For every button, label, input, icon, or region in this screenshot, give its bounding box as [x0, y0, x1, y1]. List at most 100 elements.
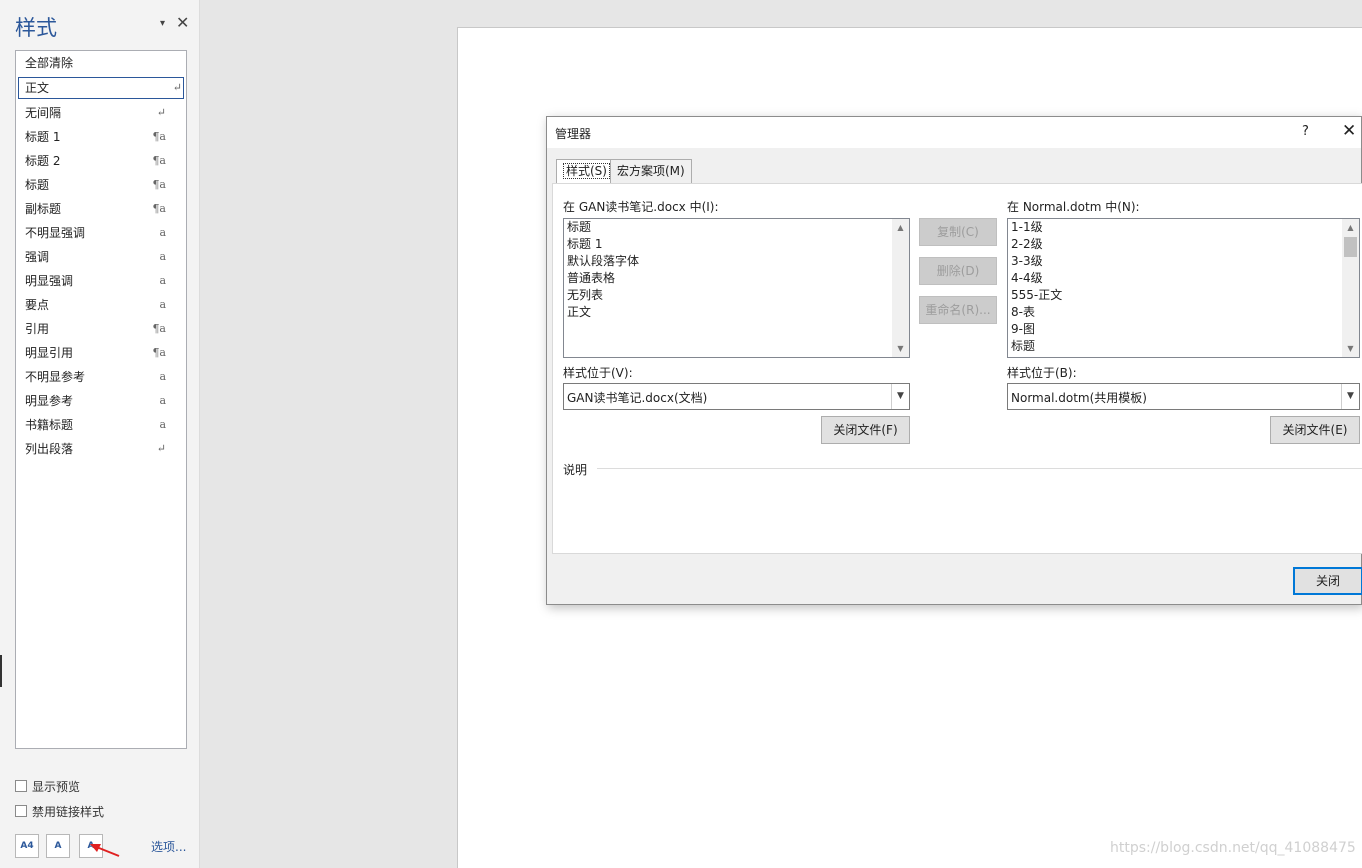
character-style-icon: a	[159, 274, 166, 287]
scroll-down-icon[interactable]: ▼	[892, 340, 909, 357]
help-icon[interactable]: ?	[1302, 124, 1309, 139]
list-item[interactable]: 4-4级	[1008, 270, 1359, 287]
left-list-label: 在 GAN读书笔记.docx 中(I):	[563, 200, 719, 214]
style-item[interactable]: 要点 a	[16, 293, 186, 317]
linked-style-icon: ¶a	[152, 322, 166, 335]
style-item-label: 书籍标题	[25, 418, 74, 432]
close-file-left-button[interactable]: 关闭文件(F)	[821, 416, 910, 444]
checkbox-box[interactable]	[15, 805, 27, 817]
scroll-up-icon[interactable]: ▲	[1342, 219, 1359, 236]
chevron-down-icon[interactable]: ▼	[891, 384, 909, 409]
style-item[interactable]: 明显强调 a	[16, 269, 186, 293]
tab-macro-items[interactable]: 宏方案项(M)	[610, 159, 692, 183]
style-inspector-icon[interactable]: A	[46, 834, 70, 858]
right-list-label: 在 Normal.dotm 中(N):	[1007, 200, 1140, 214]
pane-close-icon[interactable]: ✕	[176, 13, 189, 32]
list-item[interactable]: 标题	[564, 219, 909, 236]
options-link[interactable]: 选项...	[151, 838, 186, 855]
style-item[interactable]: 全部清除	[16, 51, 186, 75]
pane-title: 样式	[15, 16, 57, 40]
list-item[interactable]: 8-表	[1008, 304, 1359, 321]
style-item[interactable]: 标题 2 ¶a	[16, 149, 186, 173]
close-button[interactable]: 关闭	[1293, 567, 1362, 595]
list-item[interactable]: 2-2级	[1008, 236, 1359, 253]
list-item[interactable]: 正文	[564, 304, 909, 321]
style-item-label: 引用	[25, 322, 50, 336]
watermark-text: https://blog.csdn.net/qq_41088475	[1110, 840, 1356, 856]
style-item-label: 全部清除	[25, 56, 74, 70]
close-icon[interactable]: ✕	[1342, 121, 1356, 141]
paragraph-style-icon: ↵	[156, 106, 166, 119]
scrollbar[interactable]: ▲ ▼	[1342, 219, 1359, 357]
close-file-right-button[interactable]: 关闭文件(E)	[1270, 416, 1360, 444]
scroll-down-icon[interactable]: ▼	[1342, 340, 1359, 357]
style-item[interactable]: 无间隔 ↵	[16, 101, 186, 125]
delete-button[interactable]: 删除(D)	[919, 257, 997, 285]
right-style-listbox[interactable]: 1-1级 2-2级 3-3级 4-4级 555-正文 8-表 9-图 标题 ▲ ▼	[1007, 218, 1360, 358]
organizer-dialog: 管理器 ? ✕ 样式(S) 宏方案项(M) 在 GAN读书笔记.docx 中(I…	[546, 116, 1362, 605]
rename-button[interactable]: 重命名(R)...	[919, 296, 997, 324]
right-location-value: Normal.dotm(共用模板)	[1011, 391, 1147, 405]
style-item[interactable]: 副标题 ¶a	[16, 197, 186, 221]
left-location-value: GAN读书笔记.docx(文档)	[567, 391, 708, 405]
list-item[interactable]: 标题 1	[564, 236, 909, 253]
scroll-up-icon[interactable]: ▲	[892, 219, 909, 236]
paragraph-style-icon: ↵	[156, 442, 166, 455]
list-item[interactable]: 标题	[1008, 338, 1359, 355]
list-item[interactable]: 普通表格	[564, 270, 909, 287]
character-style-icon: a	[159, 394, 166, 407]
style-item-label: 列出段落	[25, 442, 74, 456]
tab-styles-label: 样式(S)	[563, 163, 610, 179]
style-item-label: 不明显参考	[25, 370, 86, 384]
list-item[interactable]: 3-3级	[1008, 253, 1359, 270]
linked-style-icon: ¶a	[152, 154, 166, 167]
dialog-titlebar[interactable]: 管理器 ? ✕	[547, 117, 1361, 148]
scroll-thumb[interactable]	[1344, 237, 1357, 257]
style-item[interactable]: 不明显强调 a	[16, 221, 186, 245]
tab-macro-label: 宏方案项(M)	[617, 164, 685, 178]
description-divider	[597, 468, 1362, 469]
styles-pane: 样式 ▾ ✕ 全部清除 正文 ↵ 无间隔 ↵ 标题 1 ¶a 标题 2 ¶a 标题 ¶a …	[0, 0, 200, 868]
style-item-label: 副标题	[25, 202, 62, 216]
right-location-label: 样式位于(B):	[1007, 366, 1077, 380]
list-item[interactable]: 555-正文	[1008, 287, 1359, 304]
style-item[interactable]: 引用 ¶a	[16, 317, 186, 341]
right-location-select[interactable]: Normal.dotm(共用模板) ▼	[1007, 383, 1360, 410]
list-item[interactable]: 无列表	[564, 287, 909, 304]
list-item[interactable]: 默认段落字体	[564, 253, 909, 270]
style-item-selected[interactable]: 正文 ↵	[18, 77, 184, 99]
show-preview-checkbox[interactable]: 显示预览	[15, 779, 80, 794]
pane-options-dropdown-icon[interactable]: ▾	[160, 18, 165, 29]
checkbox-box[interactable]	[15, 780, 27, 792]
left-location-select[interactable]: GAN读书笔记.docx(文档) ▼	[563, 383, 910, 410]
style-item[interactable]: 强调 a	[16, 245, 186, 269]
style-list[interactable]: 全部清除 正文 ↵ 无间隔 ↵ 标题 1 ¶a 标题 2 ¶a 标题 ¶a 副标题 ¶a 不…	[15, 50, 187, 749]
list-item[interactable]: 9-图	[1008, 321, 1359, 338]
copy-button[interactable]: 复制(C)	[919, 218, 997, 246]
list-item[interactable]: 1-1级	[1008, 219, 1359, 236]
style-item-label: 明显强调	[25, 274, 74, 288]
new-style-icon[interactable]: A4	[15, 834, 39, 858]
linked-style-icon: ¶a	[152, 130, 166, 143]
style-item[interactable]: 标题 ¶a	[16, 173, 186, 197]
character-style-icon: a	[159, 370, 166, 383]
tab-styles[interactable]: 样式(S)	[556, 159, 617, 183]
disable-linked-styles-checkbox[interactable]: 禁用链接样式	[15, 804, 104, 819]
style-item-label: 强调	[25, 250, 50, 264]
style-item[interactable]: 明显引用 ¶a	[16, 341, 186, 365]
chevron-down-icon[interactable]: ▼	[1341, 384, 1359, 409]
left-edge-strip	[0, 655, 2, 687]
style-item[interactable]: 书籍标题 a	[16, 413, 186, 437]
style-item[interactable]: 列出段落 ↵	[16, 437, 186, 461]
style-item-label: 正文	[25, 81, 50, 95]
style-item-label: 无间隔	[25, 106, 62, 120]
left-location-label: 样式位于(V):	[563, 366, 633, 380]
styles-tab-panel: 在 GAN读书笔记.docx 中(I): 标题 标题 1 默认段落字体 普通表格…	[552, 183, 1362, 554]
style-item[interactable]: 标题 1 ¶a	[16, 125, 186, 149]
style-item[interactable]: 不明显参考 a	[16, 365, 186, 389]
style-item[interactable]: 明显参考 a	[16, 389, 186, 413]
scrollbar[interactable]: ▲ ▼	[892, 219, 909, 357]
character-style-icon: a	[159, 226, 166, 239]
character-style-icon: a	[159, 298, 166, 311]
left-style-listbox[interactable]: 标题 标题 1 默认段落字体 普通表格 无列表 正文 ▲ ▼	[563, 218, 910, 358]
